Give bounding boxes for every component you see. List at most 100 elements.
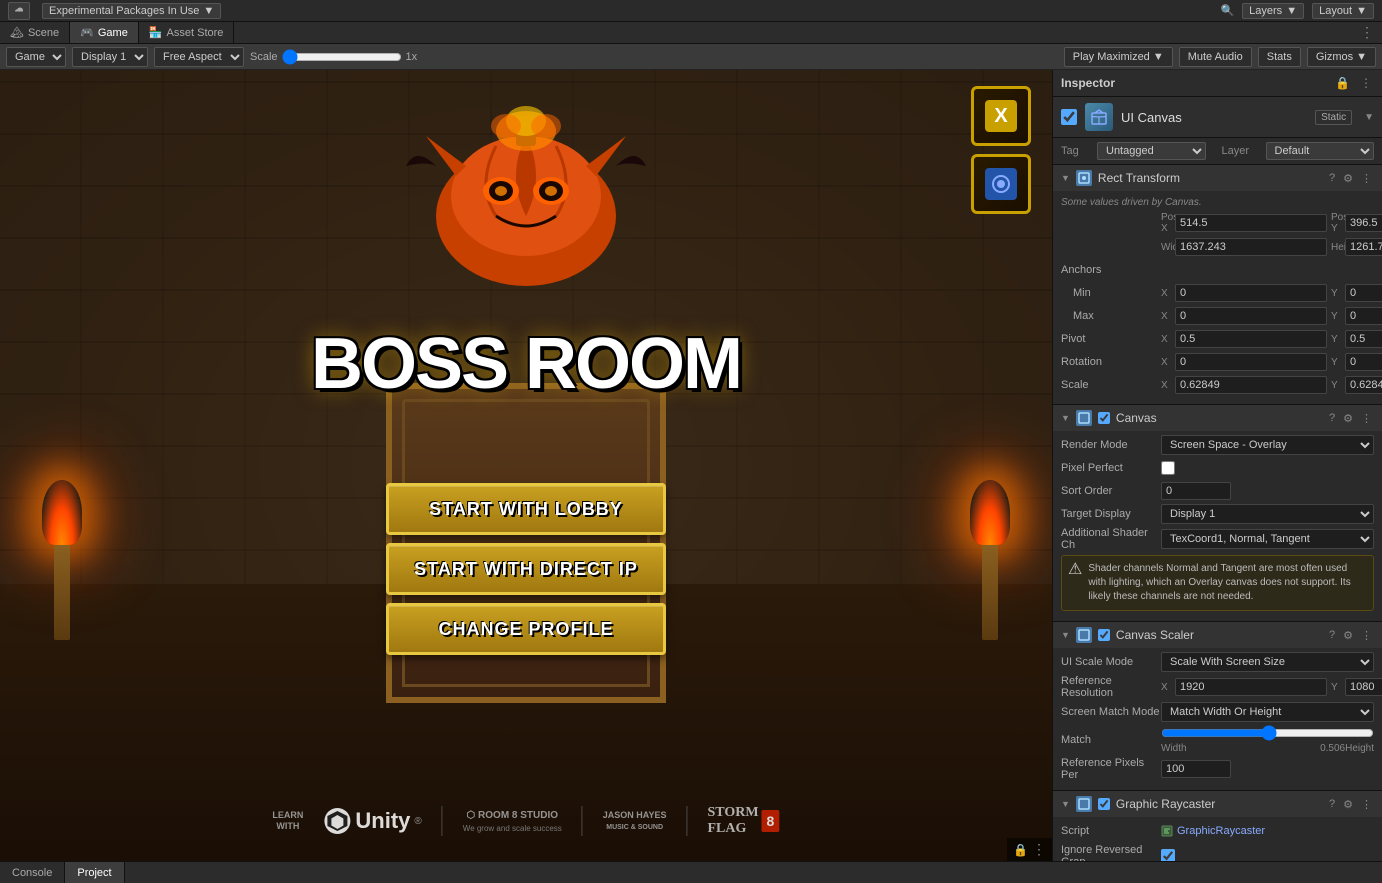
additional-shader-select[interactable]: TexCoord1, Normal, Tangent (1161, 529, 1374, 549)
raycaster-checkbox[interactable] (1098, 798, 1110, 810)
rt-menu-icon[interactable]: ⋮ (1359, 172, 1374, 185)
scale-slider[interactable] (282, 49, 402, 65)
layout-dropdown[interactable]: Layout ▼ (1312, 3, 1374, 19)
match-slider[interactable] (1161, 725, 1374, 741)
ignore-label: Ignore Reversed Grap (1061, 844, 1161, 861)
static-dropdown-icon[interactable]: ▼ (1364, 112, 1374, 123)
rt-header-icons: ? ⚙ ⋮ (1327, 172, 1374, 185)
ref-x-input[interactable] (1175, 678, 1327, 696)
canvas-settings-icon[interactable]: ⚙ (1341, 412, 1355, 425)
tab-project[interactable]: Project (65, 862, 124, 883)
ui-scale-select[interactable]: Scale With Screen Size (1161, 652, 1374, 672)
logo-divider-3 (687, 806, 688, 836)
logo-divider-1 (442, 806, 443, 836)
stats-btn[interactable]: Stats (1258, 47, 1301, 67)
mute-audio-btn[interactable]: Mute Audio (1179, 47, 1252, 67)
tab-game[interactable]: 🎮 Game (70, 22, 139, 43)
pixel-perfect-checkbox[interactable] (1161, 461, 1175, 475)
scaler-menu-icon[interactable]: ⋮ (1359, 629, 1374, 642)
width-input[interactable] (1175, 238, 1327, 256)
target-display-label: Target Display (1061, 508, 1161, 520)
height-label: Height (1331, 242, 1343, 253)
rect-transform-header[interactable]: ▼ Rect Transform ? ⚙ ⋮ (1053, 165, 1382, 191)
scene-icon-settings[interactable] (971, 154, 1031, 214)
scaler-help-icon[interactable]: ? (1327, 629, 1337, 642)
search-icon[interactable]: 🔍 (1220, 4, 1234, 17)
rt-settings-icon[interactable]: ⚙ (1341, 172, 1355, 185)
raycaster-header-icons: ? ⚙ ⋮ (1327, 798, 1374, 811)
height-input[interactable] (1345, 238, 1382, 256)
lock-icon[interactable]: 🔒 (1013, 843, 1028, 857)
cloud-button[interactable] (8, 2, 30, 20)
tab-bar: 🏔 Scene 🎮 Game 🏪 Asset Store ⋮ (0, 22, 1382, 44)
object-cube-icon (1085, 103, 1113, 131)
ref-y-input[interactable] (1345, 678, 1382, 696)
sort-order-input[interactable] (1161, 482, 1231, 500)
canvas-help-icon[interactable]: ? (1327, 412, 1337, 425)
layers-dropdown[interactable]: Layers ▼ (1242, 3, 1304, 19)
scale-slider-wrap: Scale 1x (250, 49, 470, 65)
anchors-min-y-input[interactable] (1345, 284, 1382, 302)
gizmos-btn[interactable]: Gizmos ▼ (1307, 47, 1376, 67)
raycaster-help-icon[interactable]: ? (1327, 798, 1337, 811)
raycaster-menu-icon[interactable]: ⋮ (1359, 798, 1374, 811)
graphic-raycaster-header[interactable]: ▼ Graphic Raycaster ? ⚙ ⋮ (1053, 791, 1382, 817)
rotation-row: Rotation X Y Z (1061, 352, 1374, 372)
anchors-min-x-input[interactable] (1175, 284, 1327, 302)
main-layout: BOSS ROOM START WITH LOBBY START WITH DI… (0, 70, 1382, 861)
anchors-max-y-input[interactable] (1345, 307, 1382, 325)
render-mode-row: Render Mode Screen Space - Overlay (1061, 435, 1374, 455)
inspector-menu-icon[interactable]: ⋮ (1358, 76, 1374, 90)
play-maximized-btn[interactable]: Play Maximized ▼ (1064, 47, 1173, 67)
match-value-label: 0.506 (1320, 743, 1345, 754)
tab-console[interactable]: Console (0, 862, 65, 883)
anchors-max-x-input[interactable] (1175, 307, 1327, 325)
scaler-checkbox[interactable] (1098, 629, 1110, 641)
game-select[interactable]: Game (6, 47, 66, 67)
ref-pixels-input[interactable] (1161, 760, 1231, 778)
canvas-header[interactable]: ▼ Canvas ? ⚙ ⋮ (1053, 405, 1382, 431)
pivot-x-input[interactable] (1175, 330, 1327, 348)
scale-x-input[interactable] (1175, 376, 1327, 394)
change-profile-btn[interactable]: CHANGE PROFILE (386, 603, 666, 655)
object-active-checkbox[interactable] (1061, 109, 1077, 125)
canvas-scaler-header[interactable]: ▼ Canvas Scaler ? ⚙ ⋮ (1053, 622, 1382, 648)
game-view-options-icon[interactable]: ⋮ (1032, 841, 1046, 858)
rot-x-input[interactable] (1175, 353, 1327, 371)
start-lobby-btn[interactable]: START WITH LOBBY (386, 483, 666, 535)
canvas-menu-icon[interactable]: ⋮ (1359, 412, 1374, 425)
canvas-checkbox[interactable] (1098, 412, 1110, 424)
raycaster-settings-icon[interactable]: ⚙ (1341, 798, 1355, 811)
match-row: Match Width 0.506 Height (1061, 725, 1374, 754)
layer-select[interactable]: Default (1266, 142, 1375, 160)
tag-select[interactable]: Untagged (1097, 142, 1206, 160)
tab-asset-store[interactable]: 🏪 Asset Store (139, 22, 235, 43)
tab-bar-end: ⋮ (1360, 22, 1382, 43)
inspector-lock-icon[interactable]: 🔒 (1333, 76, 1352, 90)
rt-help-icon[interactable]: ? (1327, 172, 1337, 185)
render-mode-select[interactable]: Screen Space - Overlay (1161, 435, 1374, 455)
experimental-packages-dropdown[interactable]: Experimental Packages In Use ▼ (42, 3, 221, 19)
start-direct-ip-btn[interactable]: START WITH DIRECT IP (386, 543, 666, 595)
top-bar: Experimental Packages In Use ▼ 🔍 Layers … (0, 0, 1382, 22)
rot-y-input[interactable] (1345, 353, 1382, 371)
game-title: BOSS ROOM (311, 323, 741, 405)
width-label: Width (1161, 242, 1173, 253)
screen-match-select[interactable]: Match Width Or Height (1161, 702, 1374, 722)
tab-scene[interactable]: 🏔 Scene (0, 22, 70, 43)
pos-x-input[interactable] (1175, 214, 1327, 232)
scale-y-input[interactable] (1345, 376, 1382, 394)
pos-y-input[interactable] (1345, 214, 1382, 232)
anchors-max-label: Max (1061, 310, 1161, 322)
pivot-y-input[interactable] (1345, 330, 1382, 348)
graphic-raycaster-body: Script GraphicRaycaster Ignore Reversed … (1053, 817, 1382, 861)
display-select[interactable]: Display 1 (72, 47, 148, 67)
ignore-checkbox[interactable] (1161, 849, 1175, 861)
canvas-body: Render Mode Screen Space - Overlay Pixel… (1053, 431, 1382, 621)
target-display-select[interactable]: Display 1 (1161, 504, 1374, 524)
aspect-select[interactable]: Free Aspect (154, 47, 244, 67)
max-y-xyz: Y (1331, 311, 1343, 322)
tab-options-icon[interactable]: ⋮ (1360, 24, 1374, 41)
scaler-settings-icon[interactable]: ⚙ (1341, 629, 1355, 642)
scene-icon-x[interactable]: X (971, 86, 1031, 146)
